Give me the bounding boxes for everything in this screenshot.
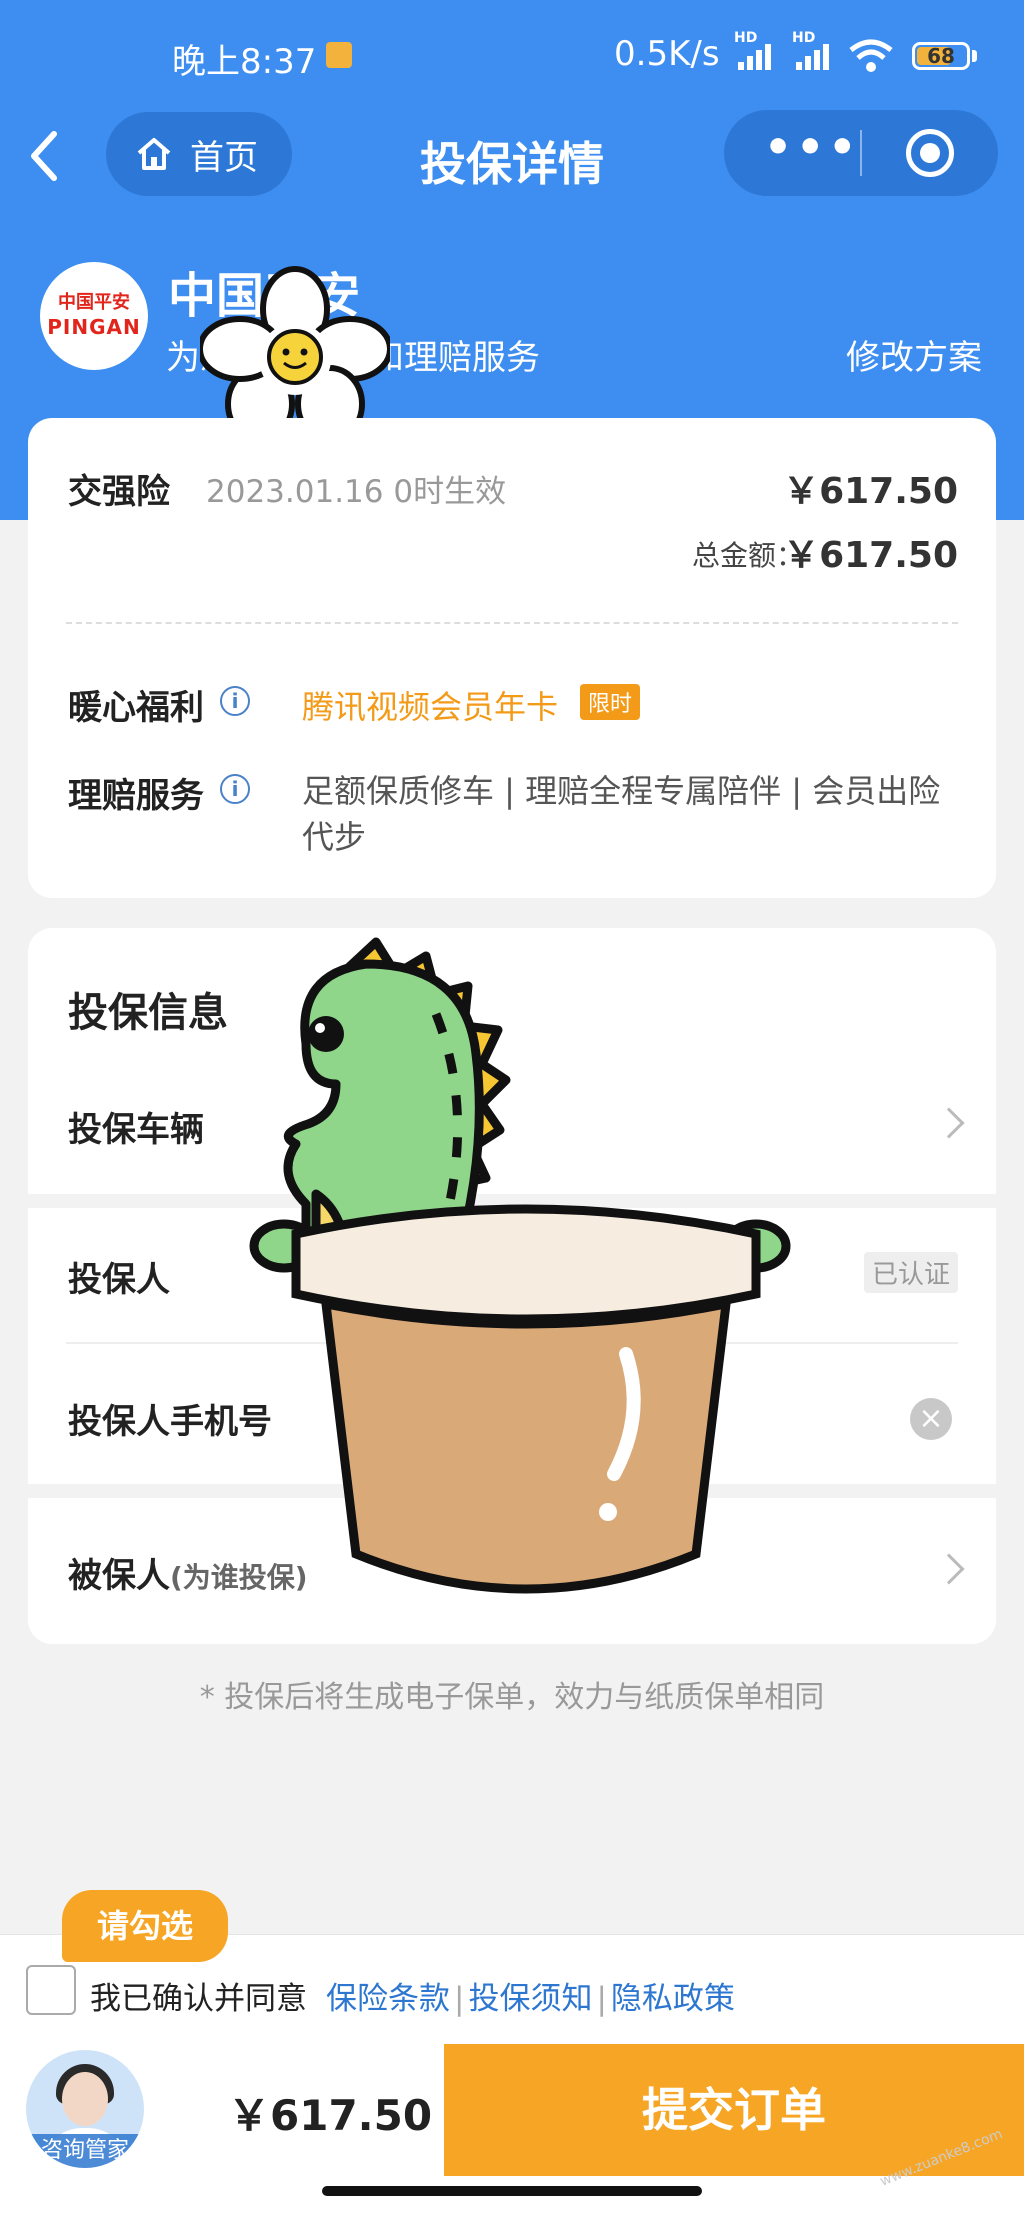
miniprogram-capsule: •••: [724, 110, 998, 196]
insured-chevron-icon[interactable]: [933, 1553, 965, 1585]
applicant-label: 投保人: [68, 1260, 170, 1300]
modify-plan-link[interactable]: 修改方案: [846, 330, 982, 379]
limited-badge: 限时: [580, 684, 641, 720]
insurance-notice-link[interactable]: 投保须知: [468, 1981, 592, 2017]
privacy-policy-link[interactable]: 隐私政策: [611, 1981, 735, 2017]
home-indicator[interactable]: [322, 2186, 702, 2196]
wifi-icon: [849, 39, 893, 72]
dinosaur-sticker: [249, 937, 791, 1594]
insurance-terms-link[interactable]: 保险条款: [326, 1981, 450, 2017]
service-value: 足额保质修车 | 理赔全程专属陪伴 | 会员出险代步: [302, 772, 941, 856]
policy-effective-date: 2023.01.16 0时生效: [206, 474, 507, 510]
status-time: 晚上8:37: [172, 42, 317, 82]
footer-price: ￥617.50: [228, 2091, 433, 2140]
benefit-value: 腾讯视频会员年卡: [302, 688, 559, 726]
verified-badge: 已认证: [863, 1252, 958, 1293]
total-amount: ￥617.50: [783, 535, 958, 576]
vehicle-label: 投保车辆: [68, 1110, 204, 1150]
policy-note: * 投保后将生成电子保单，效力与纸质保单相同: [199, 1680, 825, 1715]
section-title: 投保信息: [68, 990, 228, 1036]
status-bar: 晚上8:37 0.5K/s HD HD 68: [0, 0, 1024, 110]
signal-icon: [738, 40, 782, 70]
battery-level: 68: [927, 44, 955, 68]
clear-icon[interactable]: ×: [910, 1398, 952, 1440]
dashed-divider: [66, 622, 958, 624]
policy-price: ￥617.50: [783, 471, 958, 512]
agreement-links: 保险条款 | 投保须知 | 隐私政策: [326, 1981, 735, 2017]
agree-checkbox[interactable]: [26, 1965, 76, 2015]
signal-icon-2: [796, 40, 840, 70]
benefit-label: 暖心福利: [68, 688, 204, 728]
flower-sticker: [200, 266, 390, 443]
service-info-icon[interactable]: i: [220, 774, 250, 804]
please-check-tooltip: 请勾选: [62, 1890, 228, 1962]
battery-icon: 68: [912, 42, 970, 70]
policy-name: 交强险: [68, 472, 170, 512]
insurer-logo: 中国平安 PINGAN: [40, 262, 148, 370]
policy-card: 交强险 2023.01.16 0时生效 ￥617.50 总金额： ￥617.50…: [28, 418, 996, 898]
close-miniprogram-icon[interactable]: [906, 129, 954, 177]
service-label: 理赔服务: [68, 776, 204, 816]
more-menu-icon[interactable]: •••: [764, 122, 856, 173]
consultant-avatar[interactable]: 咨询管家: [26, 2050, 144, 2168]
notification-icon: [326, 42, 352, 68]
agree-text: 我已确认并同意: [90, 1981, 307, 2017]
avatar-label: 咨询管家: [26, 2134, 144, 2168]
vehicle-chevron-icon[interactable]: [933, 1107, 965, 1139]
benefit-info-icon[interactable]: i: [220, 686, 250, 716]
network-speed: 0.5K/s: [614, 34, 720, 74]
